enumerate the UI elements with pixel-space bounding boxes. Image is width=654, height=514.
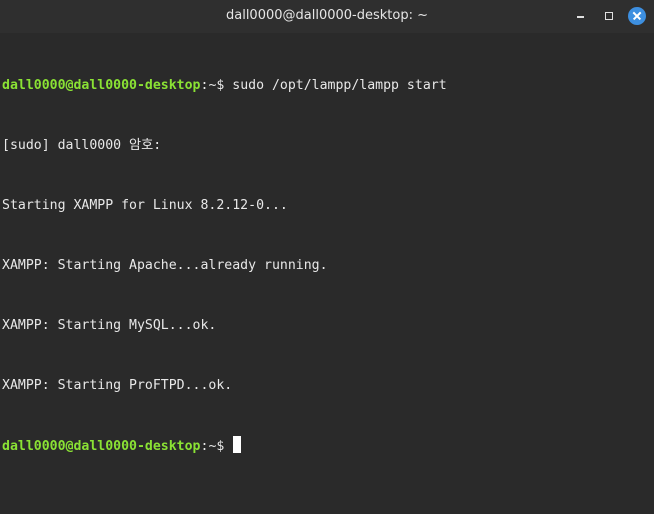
terminal-line-prompt: dall0000@dall0000-desktop:~$	[2, 436, 654, 456]
prompt-path: :~$	[200, 78, 233, 93]
terminal-line-output: Starting XAMPP for Linux 8.2.12-0...	[2, 198, 288, 213]
terminal-line-output: XAMPP: Starting ProFTPD...ok.	[2, 378, 233, 393]
window-title: dall0000@dall0000-desktop: ~	[225, 8, 428, 23]
text-cursor	[233, 436, 242, 453]
minimize-icon[interactable]	[572, 7, 590, 25]
close-icon[interactable]	[628, 7, 646, 25]
terminal-line-prompt: dall0000@dall0000-desktop:~$ sudo /opt/l…	[2, 76, 654, 96]
title-bar[interactable]: dall0000@dall0000-desktop: ~	[0, 0, 654, 33]
terminal-line-output: XAMPP: Starting MySQL...ok.	[2, 318, 217, 333]
prompt-path: :~$	[200, 439, 233, 454]
command-text: sudo /opt/lampp/lampp start	[232, 78, 447, 93]
prompt-user-host: dall0000@dall0000-desktop	[2, 439, 201, 454]
maximize-icon[interactable]	[600, 7, 618, 25]
terminal-output[interactable]: dall0000@dall0000-desktop:~$ sudo /opt/l…	[0, 33, 654, 514]
prompt-user-host: dall0000@dall0000-desktop	[2, 78, 201, 93]
terminal-line-output: XAMPP: Starting Apache...already running…	[2, 258, 328, 273]
terminal-line-output: [sudo] dall0000 암호:	[2, 138, 162, 153]
terminal-window: dall0000@dall0000-desktop: ~ dall0000@da…	[0, 0, 654, 514]
